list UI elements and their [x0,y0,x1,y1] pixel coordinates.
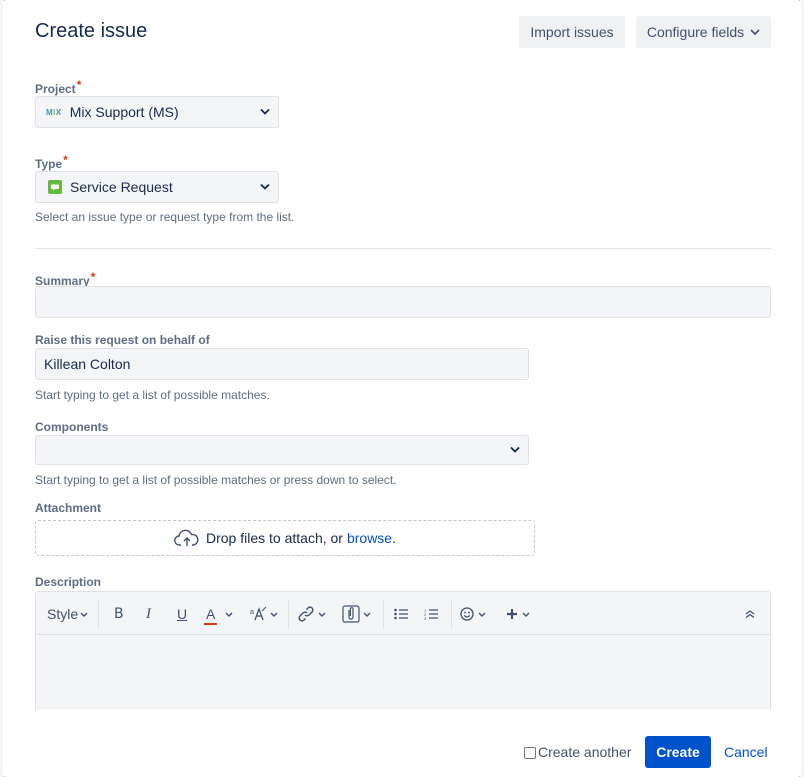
emoji-icon [460,607,474,621]
description-label: Description [35,575,102,589]
bullet-list-button[interactable] [394,604,408,624]
svg-text:a: a [250,609,254,616]
numbered-list-icon: 123 [424,608,438,620]
chevron-down-icon [522,612,530,617]
insert-more-button[interactable] [506,604,530,624]
project-value: Mix Support (MS) [69,104,179,120]
type-label: Type [35,157,63,171]
toolbar-separator [383,599,384,629]
behalf-input[interactable]: Killean Colton [35,348,529,380]
import-issues-label: Import issues [530,24,614,40]
dialog-footer: Create another Create Cancel [3,710,801,777]
toolbar-separator [288,599,289,629]
service-request-icon [48,180,62,194]
components-select[interactable] [35,435,529,465]
import-issues-button[interactable]: Import issues [519,16,625,48]
text-color-button[interactable]: A [204,604,233,625]
chevron-down-icon [363,612,371,617]
behalf-help-text: Start typing to get a list of possible m… [35,388,270,402]
description-editor: Style B I U A a 1 2 3 [35,591,771,710]
browse-link[interactable]: browse [347,530,392,546]
svg-text:3: 3 [424,616,427,620]
chevron-down-icon [510,445,520,456]
project-required-mark: * [76,78,82,92]
summary-input[interactable] [35,286,771,318]
bold-button[interactable]: B [114,604,124,624]
create-another-checkbox[interactable] [524,747,536,759]
components-label: Components [35,420,109,434]
create-button-label: Create [656,744,700,760]
chevron-down-icon [750,27,760,38]
attachment-label: Attachment [35,501,102,515]
type-required-mark: * [63,153,68,167]
bold-icon: B [114,606,124,622]
chevron-down-icon [260,107,270,118]
chevron-down-icon [270,612,278,617]
underline-icon: U [177,606,188,622]
chevron-down-icon [225,612,233,617]
toolbar-separator [98,599,99,629]
attachment-period: . [392,530,396,546]
components-help-text: Start typing to get a list of possible m… [35,473,397,487]
project-label-row: Project* [35,78,81,96]
style-dropdown[interactable]: Style [47,604,88,624]
behalf-label: Raise this request on behalf of [35,333,210,347]
type-label-row: Type* [35,153,68,171]
paperclip-icon [342,605,360,623]
plus-icon [506,608,518,620]
double-chevron-up-icon [745,610,755,618]
attachment-dropzone[interactable]: Drop files to attach, or browse. [35,520,535,556]
text-formatting-button[interactable]: a [250,604,278,624]
link-icon [298,606,314,622]
text-color-swatch [204,623,218,625]
chevron-down-icon [260,182,270,193]
chevron-down-icon [478,612,486,617]
section-divider [35,248,771,249]
create-button[interactable]: Create [645,736,711,768]
cancel-link[interactable]: Cancel [724,744,768,760]
type-select[interactable]: Service Request [35,171,279,203]
attachment-drop-text: Drop files to attach, or [206,530,343,546]
configure-fields-label: Configure fields [646,24,745,40]
create-issue-dialog: Create issue Import issues Configure fie… [3,0,801,777]
description-text-area[interactable] [36,635,770,710]
configure-fields-button[interactable]: Configure fields [636,16,771,48]
text-color-letter: A [206,606,216,622]
text-formatting-icon: a [250,607,268,621]
italic-icon: I [146,605,151,622]
chevron-down-icon [318,612,326,617]
bullet-list-icon [394,608,408,620]
dialog-header: Create issue Import issues Configure fie… [3,0,801,64]
emoji-button[interactable] [460,604,486,624]
editor-toolbar: Style B I U A a 1 2 3 [36,592,770,635]
dialog-body: Project* MIX Mix Support (MS) Type* Serv… [3,64,801,710]
chevron-down-icon [80,612,88,617]
dialog-title: Create issue [35,20,148,42]
style-label: Style [47,606,79,622]
type-value: Service Request [70,179,173,195]
create-another-label[interactable]: Create another [538,744,631,760]
type-help-text: Select an issue type or request type fro… [35,210,295,224]
toolbar-separator [451,599,452,629]
numbered-list-button[interactable]: 123 [424,604,438,624]
italic-button[interactable]: I [146,604,151,624]
project-label: Project [35,82,76,96]
text-color-icon: A [204,606,218,625]
project-select[interactable]: MIX Mix Support (MS) [35,96,279,128]
collapse-toolbar-button[interactable] [745,604,755,624]
link-button[interactable] [298,604,326,624]
cloud-upload-icon [174,529,200,547]
underline-button[interactable]: U [177,604,187,624]
attachment-insert-button[interactable] [342,604,371,624]
project-logo-icon: MIX [46,107,62,117]
summary-required-mark: * [90,270,96,284]
